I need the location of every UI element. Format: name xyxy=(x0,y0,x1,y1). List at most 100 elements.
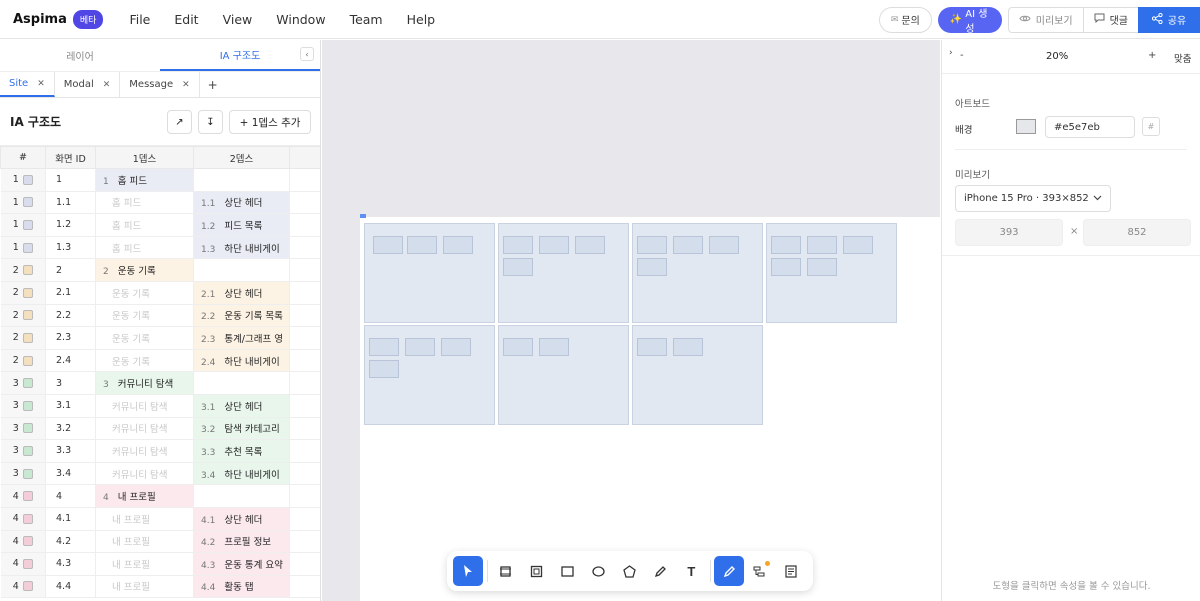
depth1-cell[interactable]: 커뮤니티 탐색 xyxy=(95,439,194,463)
depth1-cell[interactable]: 커뮤니티 탐색 xyxy=(95,394,194,418)
frame-component[interactable] xyxy=(407,236,437,254)
height-field[interactable]: 852 xyxy=(1083,219,1191,246)
hash-icon[interactable]: # xyxy=(1142,117,1160,136)
frame-component[interactable] xyxy=(637,338,667,356)
row-checkbox[interactable] xyxy=(22,310,33,321)
depth1-cell[interactable]: 홈 피드 xyxy=(95,191,194,215)
screen-frame[interactable] xyxy=(364,223,495,323)
screen-frame[interactable] xyxy=(364,325,495,425)
text-icon[interactable]: T xyxy=(676,556,706,586)
table-row[interactable]: 4 4.2 내 프로필 4.2 프로필 정보 xyxy=(0,530,320,554)
table-row[interactable]: 2 2.2 운동 기록 2.2 운동 기록 목록 xyxy=(0,304,320,328)
depth1-cell[interactable]: 커뮤니티 탐색 xyxy=(95,417,194,441)
screen-frame[interactable] xyxy=(632,325,763,425)
depth2-cell[interactable] xyxy=(193,258,290,282)
row-checkbox[interactable] xyxy=(22,332,33,343)
frame-component[interactable] xyxy=(673,338,703,356)
depth2-cell[interactable]: 3.1 상단 헤더 xyxy=(193,394,290,418)
frame-component[interactable] xyxy=(575,236,605,254)
frame-component[interactable] xyxy=(441,338,471,356)
close-icon[interactable]: ✕ xyxy=(37,79,45,89)
depth2-cell[interactable]: 3.2 탐색 카테고리 xyxy=(193,417,290,441)
menu-edit[interactable]: Edit xyxy=(174,12,198,27)
tab-layers[interactable]: 레이어 xyxy=(0,40,160,71)
app-logo[interactable]: Aspima xyxy=(13,12,67,27)
zoom-in-button[interactable]: + xyxy=(1148,50,1156,61)
screen-id-cell[interactable]: 1.2 xyxy=(45,213,96,237)
table-row[interactable]: 3 3.1 커뮤니티 탐색 3.1 상단 헤더 xyxy=(0,394,320,418)
table-row[interactable]: 2 2.1 운동 기록 2.1 상단 헤더 xyxy=(0,281,320,305)
depth2-cell[interactable]: 2.3 통계/그래프 영 xyxy=(193,326,290,350)
depth1-cell[interactable]: 커뮤니티 탐색 xyxy=(95,462,194,486)
add-depth-button[interactable]: + 1뎁스 추가 xyxy=(229,110,311,134)
device-select[interactable]: iPhone 15 Pro · 393×852 xyxy=(955,185,1111,212)
depth2-cell[interactable]: 4.3 운동 통계 요약 xyxy=(193,552,290,576)
row-checkbox[interactable] xyxy=(22,581,33,592)
row-checkbox[interactable] xyxy=(22,468,33,479)
bg-color-input[interactable]: #e5e7eb xyxy=(1045,116,1135,138)
screen-id-cell[interactable]: 1.3 xyxy=(45,236,96,260)
table-row[interactable]: 1 1.1 홈 피드 1.1 상단 헤더 xyxy=(0,191,320,215)
depth1-cell[interactable]: 3 커뮤니티 탐색 xyxy=(95,371,194,395)
row-checkbox[interactable] xyxy=(22,287,33,298)
depth2-cell[interactable]: 1.2 피드 목록 xyxy=(193,213,290,237)
close-icon[interactable]: ✕ xyxy=(103,80,111,90)
depth2-cell[interactable]: 1.1 상단 헤더 xyxy=(193,191,290,215)
add-sheet-button[interactable]: + xyxy=(200,72,226,97)
expand-button[interactable]: ↗ xyxy=(167,110,192,134)
depth2-cell[interactable]: 4.1 상단 헤더 xyxy=(193,507,290,531)
screen-id-cell[interactable]: 2.3 xyxy=(45,326,96,350)
frame-component[interactable] xyxy=(369,338,399,356)
depth1-cell[interactable]: 운동 기록 xyxy=(95,326,194,350)
polygon-icon[interactable] xyxy=(615,556,645,586)
brush-icon[interactable] xyxy=(714,556,745,586)
frame-component[interactable] xyxy=(673,236,703,254)
pen-icon[interactable] xyxy=(645,556,675,586)
screen-id-cell[interactable]: 3.4 xyxy=(45,462,96,486)
frame-component[interactable] xyxy=(771,258,801,276)
screen-id-cell[interactable]: 2 xyxy=(45,258,96,282)
depth1-cell[interactable]: 홈 피드 xyxy=(95,236,194,260)
bg-color-swatch[interactable] xyxy=(1016,119,1036,134)
select-arrow-icon[interactable] xyxy=(453,556,483,586)
notes-icon[interactable] xyxy=(776,556,806,586)
ai-generate-button[interactable]: ✨ AI 생성 xyxy=(937,6,1002,35)
frame-component[interactable] xyxy=(807,258,837,276)
comment-button[interactable]: 댓글 xyxy=(1082,7,1138,32)
depth2-cell[interactable]: 3.3 추천 목록 xyxy=(193,439,290,463)
depth2-cell[interactable]: 3.4 하단 내비게이 xyxy=(193,462,290,486)
screen-id-cell[interactable]: 2.4 xyxy=(45,349,96,373)
row-checkbox[interactable] xyxy=(22,491,33,502)
table-row[interactable]: 3 3 3 커뮤니티 탐색 xyxy=(0,371,320,395)
frame-component[interactable] xyxy=(373,236,403,254)
depth2-cell[interactable] xyxy=(193,168,290,192)
depth1-cell[interactable]: 내 프로필 xyxy=(95,507,194,531)
screen-id-cell[interactable]: 3.1 xyxy=(45,394,96,418)
screen-frame[interactable] xyxy=(766,223,897,323)
frame-component[interactable] xyxy=(771,236,801,254)
menu-view[interactable]: View xyxy=(223,12,253,27)
frame-component[interactable] xyxy=(405,338,435,356)
screen-id-cell[interactable]: 1.1 xyxy=(45,191,96,215)
depth2-cell[interactable]: 2.1 상단 헤더 xyxy=(193,281,290,305)
depth1-cell[interactable]: 내 프로필 xyxy=(95,530,194,554)
close-icon[interactable]: ✕ xyxy=(182,80,190,90)
row-checkbox[interactable] xyxy=(22,378,33,389)
row-checkbox[interactable] xyxy=(22,265,33,276)
sheet-tab-message[interactable]: Message ✕ xyxy=(120,72,200,97)
depth1-cell[interactable]: 운동 기록 xyxy=(95,304,194,328)
table-row[interactable]: 3 3.2 커뮤니티 탐색 3.2 탐색 카테고리 xyxy=(0,417,320,441)
depth1-cell[interactable]: 운동 기록 xyxy=(95,281,194,305)
row-checkbox[interactable] xyxy=(22,423,33,434)
screen-id-cell[interactable]: 4.3 xyxy=(45,552,96,576)
table-row[interactable]: 2 2 2 운동 기록 xyxy=(0,258,320,282)
screen-id-cell[interactable]: 3.2 xyxy=(45,417,96,441)
table-row[interactable]: 3 3.4 커뮤니티 탐색 3.4 하단 내비게이 xyxy=(0,462,320,486)
sheet-tab-modal[interactable]: Modal ✕ xyxy=(55,72,121,97)
table-row[interactable]: 4 4.3 내 프로필 4.3 운동 통계 요약 xyxy=(0,552,320,576)
inquiry-button[interactable]: ✉ 문의 xyxy=(878,6,932,33)
frame-component[interactable] xyxy=(539,338,569,356)
frame-component[interactable] xyxy=(843,236,873,254)
depth1-cell[interactable]: 내 프로필 xyxy=(95,552,194,576)
row-checkbox[interactable] xyxy=(22,174,33,185)
